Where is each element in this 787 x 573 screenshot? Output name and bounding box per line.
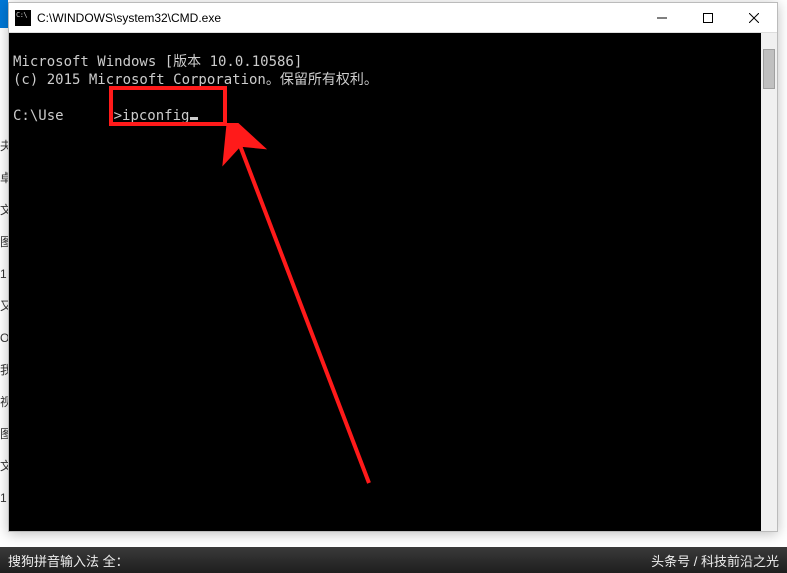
ime-label: 搜狗拼音输入法 全： <box>8 551 129 570</box>
window-controls <box>639 3 777 32</box>
cmd-window: C:\WINDOWS\system32\CMD.exe Microsoft Wi… <box>8 2 778 532</box>
window-title: C:\WINDOWS\system32\CMD.exe <box>37 11 639 25</box>
terminal-area[interactable]: Microsoft Windows [版本 10.0.10586] (c) 20… <box>9 33 777 531</box>
prompt-prefix: C:\Use <box>13 108 64 124</box>
close-icon <box>749 13 759 23</box>
typed-command: ipconfig <box>122 108 189 124</box>
vertical-scrollbar[interactable] <box>761 33 777 531</box>
ime-status-bar: 搜狗拼音输入法 全： 头条号 / 科技前沿之光 <box>0 547 787 573</box>
terminal-line-2: (c) 2015 Microsoft Corporation。保留所有权利。 <box>13 72 378 88</box>
scrollbar-thumb[interactable] <box>763 49 775 89</box>
prompt-suffix: > <box>114 108 122 124</box>
watermark-text: 头条号 / 科技前沿之光 <box>651 551 779 570</box>
close-button[interactable] <box>731 3 777 32</box>
minimize-icon <box>657 13 667 23</box>
titlebar[interactable]: C:\WINDOWS\system32\CMD.exe <box>9 3 777 33</box>
redacted-username <box>64 109 114 123</box>
blue-stripe-fragment <box>0 0 8 28</box>
terminal-line-1: Microsoft Windows [版本 10.0.10586] <box>13 54 302 70</box>
maximize-button[interactable] <box>685 3 731 32</box>
prompt-line: C:\Use >ipconfig <box>13 108 198 124</box>
annotation-arrow <box>199 123 399 493</box>
cursor <box>190 117 198 120</box>
maximize-icon <box>703 13 713 23</box>
cmd-icon <box>15 10 31 26</box>
minimize-button[interactable] <box>639 3 685 32</box>
